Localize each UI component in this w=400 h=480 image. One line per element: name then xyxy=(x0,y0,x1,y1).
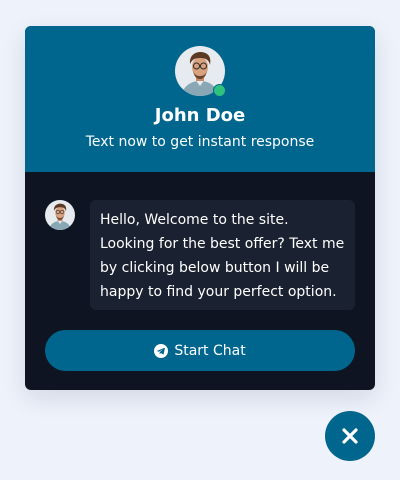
start-chat-label: Start Chat xyxy=(174,342,246,359)
start-chat-button[interactable]: Start Chat xyxy=(45,330,355,371)
chat-header: John Doe Text now to get instant respons… xyxy=(25,26,375,172)
close-widget-button[interactable] xyxy=(325,411,375,461)
message-avatar xyxy=(45,200,75,230)
chat-widget: John Doe Text now to get instant respons… xyxy=(25,26,375,390)
telegram-icon xyxy=(154,343,169,358)
online-status-dot xyxy=(213,84,226,97)
agent-subtitle: Text now to get instant response xyxy=(85,134,315,150)
close-icon xyxy=(342,428,358,444)
agent-avatar-wrap xyxy=(175,46,226,97)
welcome-message-bubble: Hello, Welcome to the site. Looking for … xyxy=(90,200,355,310)
agent-name: John Doe xyxy=(154,105,246,126)
